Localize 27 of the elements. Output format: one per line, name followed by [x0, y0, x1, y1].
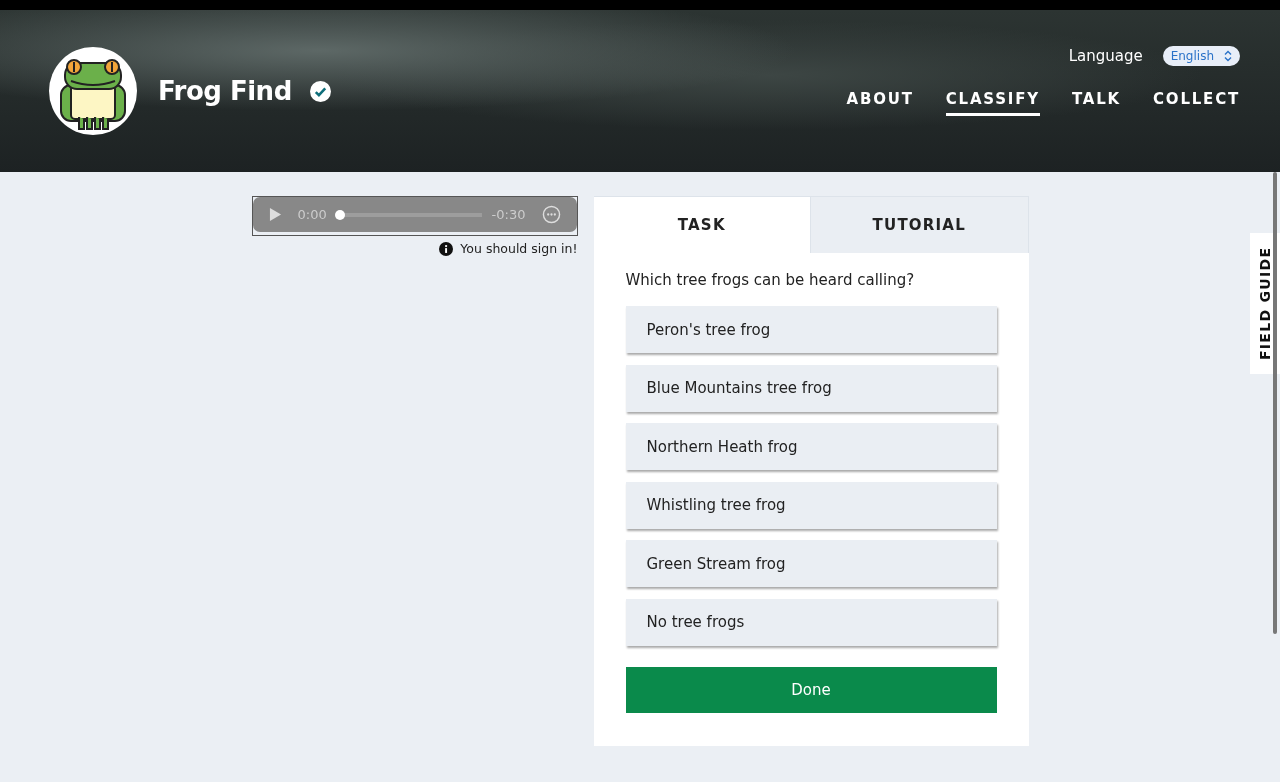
- answer-option[interactable]: No tree frogs: [625, 598, 997, 646]
- nav-link[interactable]: COLLECT: [1153, 90, 1240, 116]
- info-icon: [439, 241, 454, 256]
- answer-option[interactable]: Northern Heath frog: [625, 423, 997, 470]
- panel-tab[interactable]: TASK: [593, 196, 811, 253]
- progress-thumb[interactable]: [334, 209, 345, 220]
- sign-in-notice: You should sign in!: [460, 241, 578, 256]
- frog-logo-icon: [49, 47, 137, 135]
- answer-option[interactable]: Green Stream frog: [625, 540, 997, 587]
- elapsed-time: 0:00: [297, 207, 327, 222]
- answer-option[interactable]: Peron's tree frog: [625, 306, 997, 353]
- nav-link[interactable]: TALK: [1071, 90, 1122, 116]
- language-label: Language: [1068, 47, 1143, 65]
- done-button[interactable]: Done: [625, 667, 997, 713]
- panel-tab[interactable]: TUTORIAL: [811, 196, 1029, 253]
- verified-check-icon: [309, 80, 331, 102]
- up-down-chevron-icon: [1224, 50, 1232, 62]
- remaining-time: -0:30: [491, 207, 526, 222]
- nav-link[interactable]: CLASSIFY: [945, 90, 1040, 116]
- project-title: Frog Find: [158, 76, 292, 106]
- task-question: Which tree frogs can be heard calling?: [625, 271, 916, 289]
- language-select[interactable]: English: [1162, 46, 1240, 66]
- more-options-icon[interactable]: [541, 205, 561, 224]
- play-icon[interactable]: [268, 207, 282, 222]
- nav-link[interactable]: ABOUT: [846, 90, 914, 116]
- answer-option[interactable]: Blue Mountains tree frog: [625, 364, 997, 412]
- answer-option[interactable]: Whistling tree frog: [625, 481, 997, 529]
